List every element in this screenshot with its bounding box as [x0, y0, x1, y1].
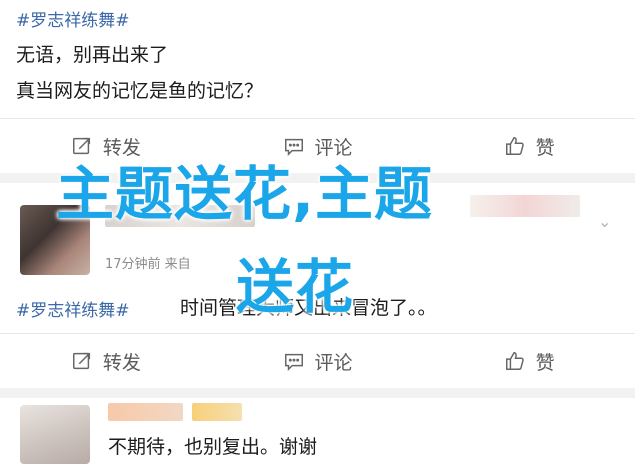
comment-label: 评论	[314, 351, 353, 374]
thumbs-up-icon	[505, 352, 524, 370]
thumbs-up-icon	[505, 137, 524, 155]
repost-button[interactable]: 转发	[0, 348, 212, 375]
overlay-title-line1: 主题送花,主题	[56, 160, 434, 228]
badge-blurred	[192, 403, 242, 421]
chevron-down-icon[interactable]: ⌄	[598, 212, 611, 231]
post1-text-line2: 真当网友的记忆是鱼的记忆？	[16, 80, 264, 102]
comment-button[interactable]: 评论	[212, 133, 424, 160]
repost-label: 转发	[102, 351, 141, 374]
like-button[interactable]: 赞	[423, 348, 635, 375]
like-button[interactable]: 赞	[423, 133, 635, 160]
overlay-title-line2: 送花	[236, 253, 355, 321]
post1-hashtag[interactable]: #罗志祥练舞#	[16, 6, 130, 31]
section-separator	[0, 388, 635, 398]
repost-icon	[72, 137, 90, 155]
post2-hashtag[interactable]: #罗志祥练舞#	[16, 296, 130, 321]
username-blurred[interactable]	[108, 403, 183, 421]
post1-text-line1: 无语，别再出来了	[16, 44, 169, 66]
like-label: 赞	[535, 136, 555, 159]
badge-blurred	[470, 195, 580, 217]
post2-timestamp: 17分钟前 来自	[105, 257, 191, 272]
comment-icon	[284, 138, 303, 157]
comment-label: 评论	[314, 136, 353, 159]
repost-button[interactable]: 转发	[0, 133, 212, 160]
repost-label: 转发	[102, 136, 141, 159]
avatar[interactable]	[20, 405, 90, 464]
comment-button[interactable]: 评论	[212, 348, 424, 375]
repost-icon	[72, 352, 90, 370]
post2-action-bar: 转发 评论 赞	[0, 334, 635, 388]
comment-icon	[284, 353, 303, 372]
like-label: 赞	[535, 351, 555, 374]
post3-text: 不期待，也别复出。谢谢	[108, 436, 318, 458]
